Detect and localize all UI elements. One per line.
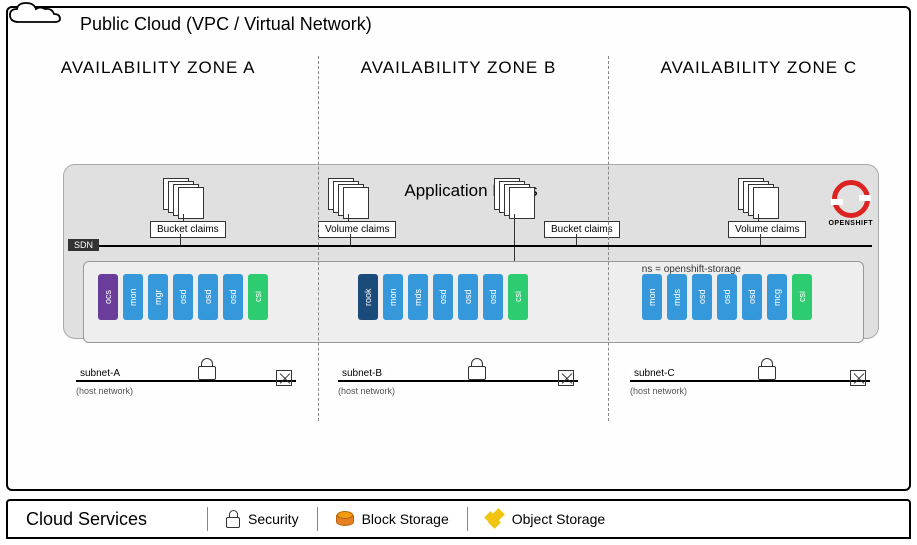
pod-osd: osd <box>433 274 453 320</box>
pod-group-c: mon mds osd osd osd mcg csi <box>642 274 812 328</box>
connector <box>576 234 577 245</box>
sdn-label: SDN <box>68 239 99 251</box>
lock-icon <box>758 358 776 380</box>
claim-c: Volume claims <box>728 221 806 238</box>
pod-osd: osd <box>717 274 737 320</box>
legend-security: Security <box>208 507 318 531</box>
network-line-a <box>76 380 296 382</box>
sdn-line <box>68 245 872 247</box>
az-b-label: AVAILABILITY ZONE B <box>308 58 608 88</box>
cloud-services-label: Cloud Services <box>8 507 208 531</box>
security-label: Security <box>248 511 299 527</box>
pod-mon: mon <box>383 274 403 320</box>
pod-osd: osd <box>742 274 762 320</box>
hostnet-b: (host network) <box>338 386 395 396</box>
cloud-icon <box>4 0 64 28</box>
pod-mds: mds <box>667 274 687 320</box>
network-line-b <box>338 380 578 382</box>
pod-ocs: ocs <box>98 274 118 320</box>
pod-group-a: ocs mon mgr osd osd osd csi <box>98 274 268 328</box>
pod-osd: osd <box>223 274 243 320</box>
pod-rook: rook <box>358 274 378 320</box>
vpc-container: Public Cloud (VPC / Virtual Network) AVA… <box>6 6 911 491</box>
pod-group-b: rook mon mds osd osd osd csi <box>358 274 528 328</box>
lock-icon <box>468 358 486 380</box>
pod-mcg: mcg <box>767 274 787 320</box>
pod-osd: osd <box>692 274 712 320</box>
pod-mon: mon <box>123 274 143 320</box>
scale-icon <box>850 370 866 386</box>
vpc-title: Public Cloud (VPC / Virtual Network) <box>80 14 372 35</box>
scale-icon <box>558 370 574 386</box>
openshift-logo: OPENSHIFT <box>828 180 873 227</box>
pod-osd: osd <box>483 274 503 320</box>
block-storage-label: Block Storage <box>362 511 449 527</box>
subnet-a-label: subnet-A <box>76 368 124 379</box>
pods-icon-a <box>163 178 207 216</box>
legend-block-storage: Block Storage <box>318 507 468 531</box>
scale-icon <box>276 370 292 386</box>
pod-mds: mds <box>408 274 428 320</box>
legend-object-storage: Object Storage <box>468 507 623 531</box>
openshift-label: OPENSHIFT <box>828 220 873 227</box>
hostnet-c: (host network) <box>630 386 687 396</box>
subnet-b-label: subnet-B <box>338 368 386 379</box>
network-line-c <box>630 380 870 382</box>
hostnet-a: (host network) <box>76 386 133 396</box>
zone-divider-2 <box>608 56 609 421</box>
pods-icon-b1 <box>328 178 372 216</box>
pods-icon-c <box>738 178 782 216</box>
subnet-c-label: subnet-C <box>630 368 679 379</box>
connector <box>180 234 181 245</box>
claim-b1: Volume claims <box>318 221 396 238</box>
claim-a: Bucket claims <box>150 221 226 238</box>
pod-csi: csi <box>248 274 268 320</box>
legend-footer: Cloud Services Security Block Storage Ob… <box>6 499 911 539</box>
object-storage-label: Object Storage <box>512 511 605 527</box>
pod-osd: osd <box>198 274 218 320</box>
az-a-label: AVAILABILITY ZONE A <box>8 58 308 88</box>
pods-icon-b2 <box>494 178 538 216</box>
pod-csi: csi <box>508 274 528 320</box>
object-storage-icon <box>486 510 504 528</box>
pod-csi: csi <box>792 274 812 320</box>
connector <box>760 234 761 245</box>
lock-icon <box>198 358 216 380</box>
pod-osd: osd <box>173 274 193 320</box>
lock-icon <box>226 510 240 528</box>
disk-icon <box>336 512 354 526</box>
az-c-label: AVAILABILITY ZONE C <box>609 58 909 88</box>
zone-divider-1 <box>318 56 319 421</box>
pod-osd: osd <box>458 274 478 320</box>
az-row: AVAILABILITY ZONE A AVAILABILITY ZONE B … <box>8 58 909 88</box>
pod-mon: mon <box>642 274 662 320</box>
connector <box>350 234 351 245</box>
pod-mgr: mgr <box>148 274 168 320</box>
